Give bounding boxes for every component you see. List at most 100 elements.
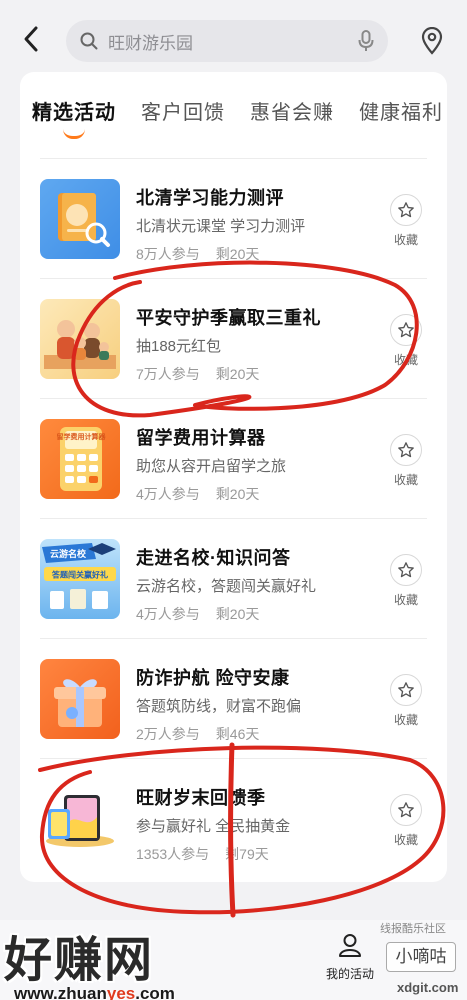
tab-label: 客户回馈 [141, 102, 225, 124]
activity-meta: 1353人参与 剩79天 [136, 844, 269, 864]
participant-count: 7万人参与 [136, 366, 200, 382]
divider [40, 638, 427, 639]
tab-health-benefits[interactable]: 健康福利 [359, 96, 443, 125]
activity-item[interactable]: 留学费用计算器 留学费用计算器 助您从容开启留学之旅 4万人参与 剩20天 收藏 [20, 398, 447, 518]
calculator-icon: 留学费用计算器 [40, 419, 120, 499]
my-activities-label: 我的活动 [325, 967, 374, 981]
activity-meta: 4万人参与 剩20天 [136, 604, 259, 624]
divider [40, 398, 427, 399]
divider [40, 518, 427, 519]
activity-item[interactable]: 旺财岁末回馈季 参与赢好礼 全民抽黄金 1353人参与 剩79天 收藏 [20, 758, 447, 878]
activity-title: 留学费用计算器 [136, 428, 266, 448]
family-icon [40, 299, 120, 379]
star-icon [398, 322, 414, 338]
watermark-badge: 小嘀咕 [386, 942, 456, 972]
activity-title: 防诈护航 险守安康 [136, 668, 290, 688]
user-icon [339, 934, 361, 957]
favorite-label: 收藏 [393, 713, 418, 727]
tab-featured[interactable]: 精选活动 [32, 96, 116, 139]
activity-card: 精选活动 客户回馈 惠省会赚 健康福利 北清学习能力测评 北清状元课堂 学习力测… [20, 72, 447, 882]
back-button[interactable] [14, 22, 48, 56]
my-activities-button[interactable]: 我的活动 [320, 932, 380, 982]
activity-title: 平安守护季赢取三重礼 [136, 308, 321, 328]
star-icon [398, 442, 414, 458]
watermark-site: xdgit.com [397, 980, 459, 995]
activity-meta: 7万人参与 剩20天 [136, 364, 259, 384]
remaining-days: 剩79天 [225, 846, 269, 862]
favorite-button[interactable]: 收藏 [388, 194, 424, 248]
search-icon [80, 32, 98, 50]
chevron-left-icon [24, 26, 38, 52]
microphone-icon[interactable] [358, 30, 374, 52]
star-icon [398, 202, 414, 218]
remaining-days: 剩20天 [215, 366, 260, 382]
tab-label: 精选活动 [32, 102, 116, 124]
favorite-label: 收藏 [393, 833, 418, 847]
search-placeholder: 旺财游乐园 [108, 33, 193, 53]
search-input[interactable]: 旺财游乐园 [66, 20, 388, 62]
tab-label: 健康福利 [359, 102, 443, 124]
activity-title: 北清学习能力测评 [136, 188, 284, 208]
top-bar: 旺财游乐园 [0, 0, 467, 80]
participant-count: 8万人参与 [136, 246, 200, 262]
participant-count: 1353人参与 [136, 846, 210, 862]
gift-box-icon [40, 659, 120, 739]
activity-subtitle: 答题筑防线，财富不跑偏 [136, 698, 302, 715]
watermark-url-suffix: .com [135, 984, 175, 1000]
watermark-logo: 好赚网 [4, 932, 155, 988]
activity-item[interactable]: 北清学习能力测评 北清状元课堂 学习力测评 8万人参与 剩20天 收藏 [20, 158, 447, 278]
favorite-label: 收藏 [393, 353, 418, 367]
active-tab-indicator [63, 129, 85, 139]
remaining-days: 剩46天 [215, 726, 260, 742]
activity-title: 旺财岁末回馈季 [136, 788, 266, 808]
activity-subtitle: 参与赢好礼 全民抽黄金 [136, 818, 291, 835]
favorite-label: 收藏 [393, 233, 418, 247]
remaining-days: 剩20天 [215, 246, 260, 262]
favorite-label: 收藏 [393, 473, 418, 487]
activity-subtitle: 北清状元课堂 学习力测评 [136, 218, 306, 235]
favorite-button[interactable]: 收藏 [388, 794, 424, 848]
school-quiz-icon: 云游名校 答题闯关赢好礼 [40, 539, 120, 619]
star-icon [398, 802, 414, 818]
favorite-button[interactable]: 收藏 [388, 554, 424, 608]
thumb-caption-top: 云游名校 [50, 548, 87, 560]
location-pin-icon [421, 27, 443, 55]
location-button[interactable] [417, 24, 447, 58]
participant-count: 2万人参与 [136, 726, 200, 742]
thumb-caption-top: 留学费用计算器 [57, 432, 107, 441]
favorite-button[interactable]: 收藏 [388, 314, 424, 368]
watermark-url-highlight: yes [106, 984, 136, 1000]
favorite-label: 收藏 [393, 593, 418, 607]
tab-customer-rewards[interactable]: 客户回馈 [141, 96, 225, 125]
activity-meta: 4万人参与 剩20天 [136, 484, 259, 504]
activity-subtitle: 抽188元红包 [136, 338, 222, 355]
divider [40, 158, 427, 159]
star-icon [398, 562, 414, 578]
activity-list: 北清学习能力测评 北清状元课堂 学习力测评 8万人参与 剩20天 收藏 平安守护… [20, 158, 447, 878]
book-icon [40, 179, 120, 259]
star-icon [398, 682, 414, 698]
participant-count: 4万人参与 [136, 486, 200, 502]
participant-count: 4万人参与 [136, 606, 200, 622]
thumb-caption-bottom: 答题闯关赢好礼 [52, 570, 108, 580]
activity-subtitle: 助您从容开启留学之旅 [136, 458, 287, 475]
activity-item[interactable]: 平安守护季赢取三重礼 抽188元红包 7万人参与 剩20天 收藏 [20, 278, 447, 398]
activity-item[interactable]: 防诈护航 险守安康 答题筑防线，财富不跑偏 2万人参与 剩46天 收藏 [20, 638, 447, 758]
divider [40, 758, 427, 759]
remaining-days: 剩20天 [215, 606, 260, 622]
activity-meta: 8万人参与 剩20天 [136, 244, 259, 264]
remaining-days: 剩20天 [215, 486, 260, 502]
tablet-icon [40, 779, 120, 859]
tab-save-earn[interactable]: 惠省会赚 [250, 96, 334, 125]
category-tabs: 精选活动 客户回馈 惠省会赚 健康福利 [20, 72, 447, 142]
favorite-button[interactable]: 收藏 [388, 674, 424, 728]
activity-subtitle: 云游名校，答题闯关赢好礼 [136, 578, 317, 595]
activity-item[interactable]: 云游名校 答题闯关赢好礼 走进名校·知识问答 云游名校，答题闯关赢好礼 4万人参… [20, 518, 447, 638]
watermark-url-prefix: www.zhuan [14, 984, 107, 1000]
watermark-community: 线报酷乐社区 [380, 923, 446, 935]
tab-label: 惠省会赚 [250, 102, 334, 124]
activity-meta: 2万人参与 剩46天 [136, 724, 259, 744]
divider [40, 278, 427, 279]
favorite-button[interactable]: 收藏 [388, 434, 424, 488]
bottom-nav: 我的活动 好赚网 www.zhuanyes.com 线报酷乐社区 小嘀咕 xdg… [0, 920, 467, 1000]
